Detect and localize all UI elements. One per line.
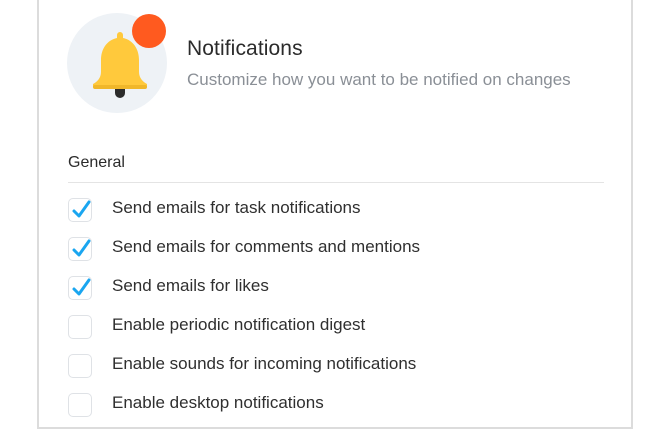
options-list: Send emails for task notifications Send … (68, 195, 608, 429)
section-title-general: General (68, 154, 125, 171)
option-label: Enable sounds for incoming notifications (112, 354, 417, 373)
checkbox[interactable] (68, 315, 92, 339)
checkbox[interactable] (68, 393, 92, 417)
section-divider (68, 182, 604, 183)
notifications-panel: Notifications Customize how you want to … (37, 0, 633, 429)
checkbox[interactable] (68, 198, 92, 222)
panel-header: Notifications Customize how you want to … (67, 13, 607, 113)
option-desktop-notifications[interactable]: Enable desktop notifications (68, 390, 608, 429)
option-incoming-sounds[interactable]: Enable sounds for incoming notifications (68, 351, 608, 390)
option-label: Enable periodic notification digest (112, 315, 366, 334)
option-comments-mentions[interactable]: Send emails for comments and mentions (68, 234, 608, 273)
option-label: Send emails for comments and mentions (112, 237, 421, 256)
bell-icon (93, 14, 166, 98)
option-task-notifications[interactable]: Send emails for task notifications (68, 195, 608, 234)
checkmark-icon (72, 200, 91, 218)
page-subtitle: Customize how you want to be notified on… (187, 70, 571, 89)
option-likes[interactable]: Send emails for likes (68, 273, 608, 312)
page-title: Notifications (187, 37, 303, 60)
checkbox[interactable] (68, 276, 92, 300)
checkbox[interactable] (68, 354, 92, 378)
checkmark-icon (72, 239, 91, 257)
option-label: Send emails for likes (112, 276, 269, 295)
option-periodic-digest[interactable]: Enable periodic notification digest (68, 312, 608, 351)
notification-icon-circle (67, 13, 167, 113)
option-label: Enable desktop notifications (112, 393, 324, 412)
notification-badge (132, 14, 166, 48)
checkmark-icon (72, 278, 91, 296)
checkbox[interactable] (68, 237, 92, 261)
option-label: Send emails for task notifications (112, 198, 361, 217)
